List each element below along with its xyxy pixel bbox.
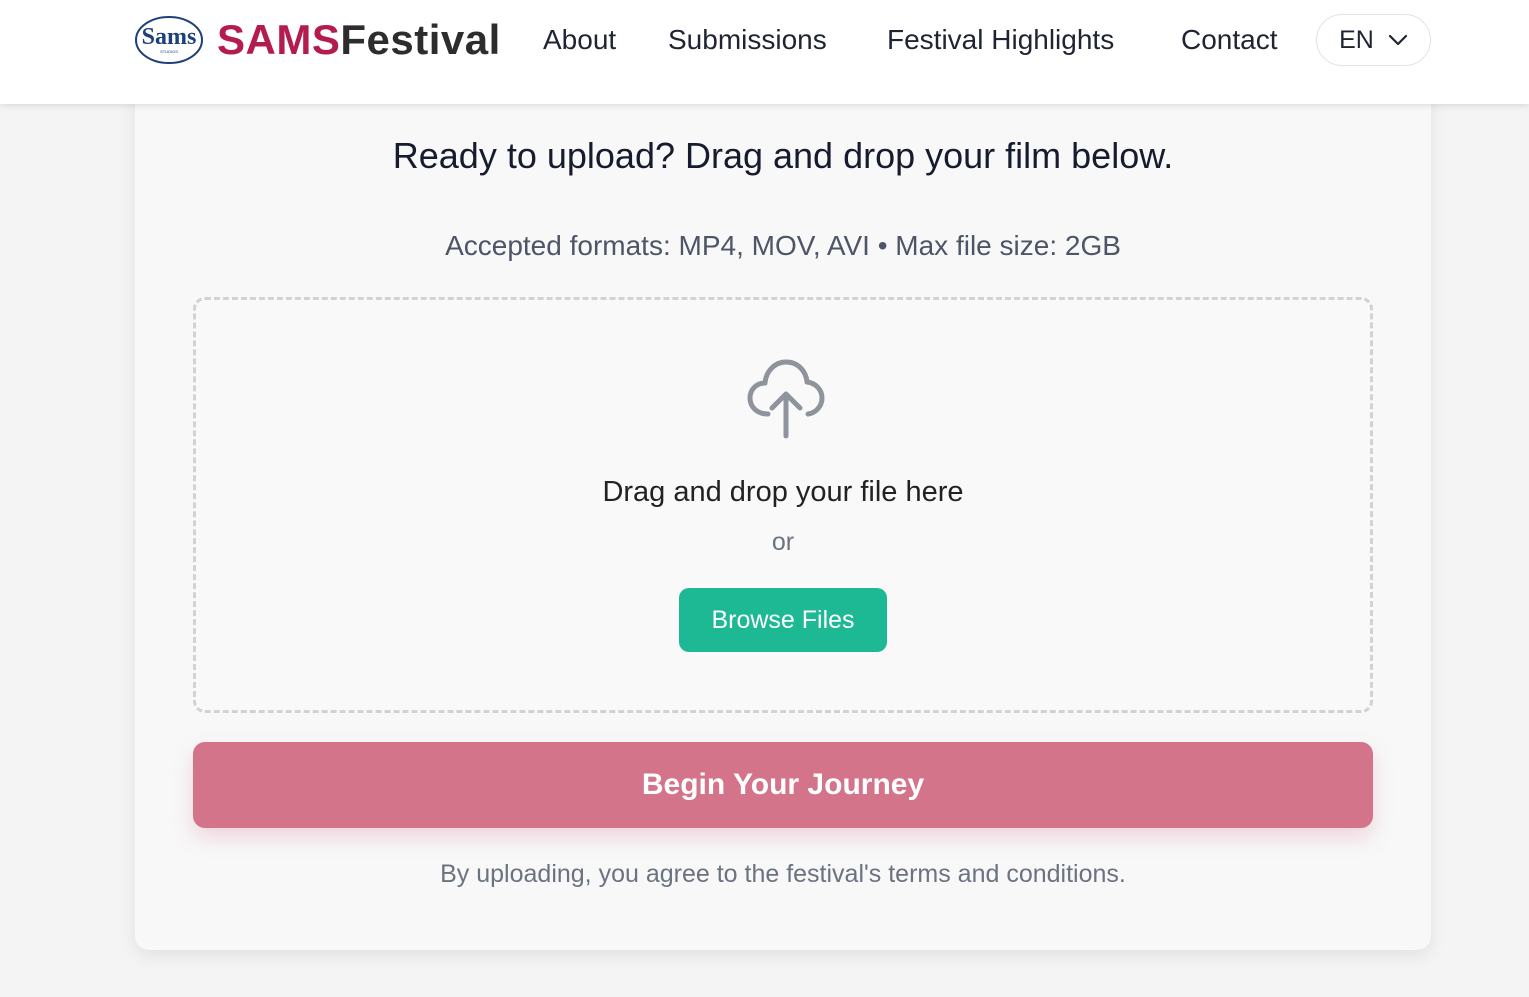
svg-text:STUDIOS: STUDIOS	[160, 49, 178, 54]
brand-name[interactable]: SAMSFestival	[217, 14, 501, 66]
brand-part-sams: SAMS	[217, 16, 341, 63]
upload-heading: Ready to upload? Drag and drop your film…	[392, 135, 1174, 176]
language-label: EN	[1339, 25, 1374, 54]
brand-part-festival: Festival	[340, 16, 501, 63]
terms-notice: By uploading, you agree to the festival'…	[440, 860, 1126, 888]
or-separator: or	[771, 528, 795, 556]
upload-card: Ready to upload? Drag and drop your film…	[135, 80, 1431, 950]
drop-instructions: Drag and drop your file here	[602, 476, 964, 508]
nav-festival-highlights[interactable]: Festival Highlights	[887, 20, 1114, 60]
language-selector[interactable]: EN	[1316, 14, 1431, 66]
accepted-formats: Accepted formats: MP4, MOV, AVI • Max fi…	[445, 230, 1121, 261]
begin-journey-button[interactable]: Begin Your Journey	[193, 742, 1373, 828]
cloud-upload-icon	[747, 359, 825, 439]
nav-about[interactable]: About	[543, 20, 616, 60]
nav-contact[interactable]: Contact	[1181, 20, 1278, 60]
browse-files-button[interactable]: Browse Files	[679, 588, 887, 652]
sams-studios-logo[interactable]: Sams STUDIOS	[133, 14, 205, 66]
site-header: Sams STUDIOS SAMSFestival About Submissi…	[0, 0, 1529, 104]
file-dropzone[interactable]: Drag and drop your file here or Browse F…	[193, 297, 1373, 713]
nav-submissions[interactable]: Submissions	[668, 20, 827, 60]
chevron-down-icon	[1388, 34, 1407, 46]
svg-text:Sams: Sams	[142, 24, 197, 50]
